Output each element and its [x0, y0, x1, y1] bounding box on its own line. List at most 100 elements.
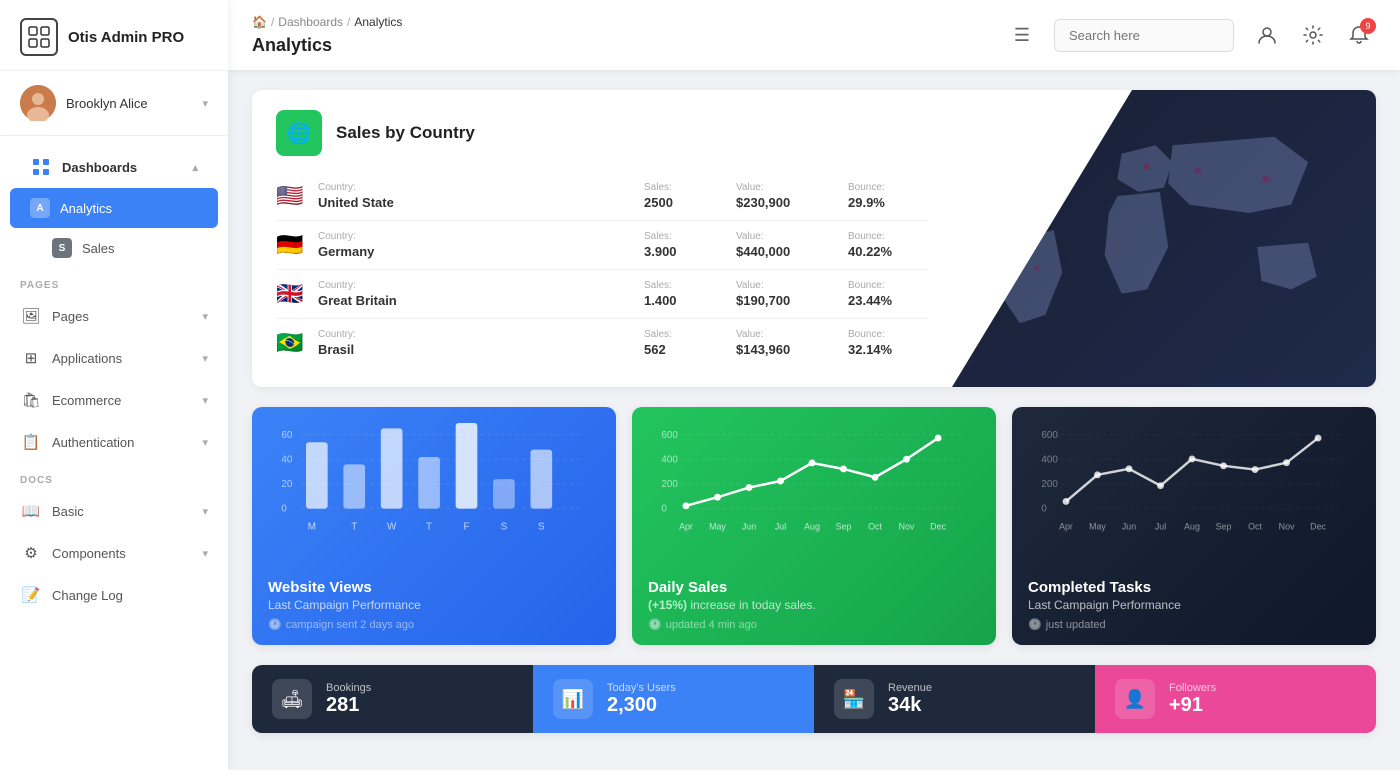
- user-name: Brooklyn Alice: [66, 96, 192, 111]
- notifications-icon[interactable]: 9: [1342, 18, 1376, 52]
- sidebar-item-pages[interactable]: 🖼 Pages ▾: [0, 295, 228, 337]
- sidebar-item-components[interactable]: ⚙ Components ▾: [0, 532, 228, 574]
- daily-sales-subtitle-text: increase in today sales.: [690, 598, 815, 612]
- sidebar-authentication-label: Authentication: [52, 435, 192, 450]
- table-row: 🇬🇧 Country: Great Britain Sales: 1.400 V…: [276, 270, 928, 319]
- stat-bookings: 🛋 Bookings 281: [252, 665, 533, 733]
- applications-icon: ⊞: [20, 347, 42, 369]
- website-views-footer: 🕐 campaign sent 2 days ago: [268, 618, 600, 631]
- completed-tasks-card: 600 400 200 0: [1012, 407, 1376, 645]
- user-chevron-icon: ▾: [202, 97, 208, 110]
- daily-sales-subtitle: (+15%) increase in today sales.: [648, 598, 980, 612]
- flag-us: 🇺🇸: [276, 183, 306, 209]
- sidebar-pages-label: Pages: [52, 309, 192, 324]
- sidebar-changelog-label: Change Log: [52, 588, 208, 603]
- website-views-title: Website Views: [268, 579, 600, 596]
- svg-text:200: 200: [661, 479, 678, 490]
- avatar: [20, 85, 56, 121]
- sidebar-item-changelog[interactable]: 📝 Change Log: [0, 574, 228, 616]
- svg-text:Jul: Jul: [1155, 521, 1166, 531]
- svg-text:40: 40: [281, 454, 292, 465]
- followers-value: +91: [1169, 694, 1216, 717]
- country-field-us: Country: United State: [318, 182, 632, 210]
- sidebar-item-basic[interactable]: 📖 Basic ▾: [0, 490, 228, 532]
- sales-card-header: 🌐 Sales by Country: [276, 110, 928, 156]
- value-field-us: Value: $230,900: [736, 182, 836, 210]
- website-views-footer-text: campaign sent 2 days ago: [286, 619, 414, 631]
- sales-by-country-card: 🌐 Sales by Country 🇺🇸 Country: United St…: [252, 90, 1376, 387]
- svg-text:200: 200: [1041, 479, 1058, 490]
- svg-text:0: 0: [1041, 504, 1047, 515]
- svg-text:Nov: Nov: [899, 521, 915, 531]
- svg-text:Sep: Sep: [836, 521, 852, 531]
- svg-text:20: 20: [281, 479, 292, 490]
- sidebar-user[interactable]: Brooklyn Alice ▾: [0, 71, 228, 136]
- svg-text:Apr: Apr: [679, 521, 693, 531]
- stat-revenue: 🏪 Revenue 34k: [814, 665, 1095, 733]
- sales-globe-icon: 🌐: [276, 110, 322, 156]
- svg-text:Dec: Dec: [1310, 521, 1326, 531]
- sidebar-item-analytics[interactable]: A Analytics: [10, 188, 218, 228]
- authentication-icon: 📋: [20, 431, 42, 453]
- revenue-icon: 🏪: [834, 679, 874, 719]
- stat-followers: 👤 Followers +91: [1095, 665, 1376, 733]
- svg-text:600: 600: [1041, 430, 1058, 441]
- sidebar-item-sales[interactable]: S Sales: [0, 228, 228, 268]
- svg-text:0: 0: [281, 504, 287, 515]
- header-icons: 9: [1250, 18, 1376, 52]
- table-row: 🇧🇷 Country: Brasil Sales: 562 Value: $14…: [276, 319, 928, 367]
- svg-text:Aug: Aug: [1184, 521, 1200, 531]
- svg-text:0: 0: [661, 504, 667, 515]
- daily-sales-title: Daily Sales: [648, 579, 980, 596]
- docs-section-label: DOCS: [0, 463, 228, 490]
- sidebar-logo: Otis Admin PRO: [0, 0, 228, 71]
- svg-text:600: 600: [661, 430, 678, 441]
- settings-icon[interactable]: [1296, 18, 1330, 52]
- user-profile-icon[interactable]: [1250, 18, 1284, 52]
- content-area: 🌐 Sales by Country 🇺🇸 Country: United St…: [228, 70, 1400, 770]
- today-users-value: 2,300: [607, 694, 676, 717]
- svg-text:Nov: Nov: [1279, 521, 1295, 531]
- ecommerce-icon: 🛍: [20, 389, 42, 411]
- svg-text:Sep: Sep: [1216, 521, 1232, 531]
- sidebar-nav: Dashboards ▴ A Analytics S Sales PAGES 🖼…: [0, 136, 228, 770]
- authentication-chevron-icon: ▾: [202, 436, 208, 449]
- svg-text:S: S: [538, 521, 545, 532]
- daily-sales-card: 600 400 200 0: [632, 407, 996, 645]
- daily-sales-footer: 🕐 updated 4 min ago: [648, 618, 980, 631]
- bookings-label: Bookings: [326, 682, 371, 694]
- page-title: Analytics: [252, 35, 332, 56]
- today-users-label: Today's Users: [607, 682, 676, 694]
- revenue-value: 34k: [888, 694, 932, 717]
- breadcrumb-analytics[interactable]: Analytics: [354, 15, 402, 29]
- completed-tasks-subtitle: Last Campaign Performance: [1028, 598, 1360, 612]
- sales-card-title: Sales by Country: [336, 123, 475, 143]
- bookings-icon: 🛋: [272, 679, 312, 719]
- components-chevron-icon: ▾: [202, 547, 208, 560]
- sidebar-applications-label: Applications: [52, 351, 192, 366]
- today-users-icon: 📊: [553, 679, 593, 719]
- revenue-label: Revenue: [888, 682, 932, 694]
- header: 🏠 / Dashboards / Analytics Analytics ☰: [228, 0, 1400, 70]
- table-row: 🇩🇪 Country: Germany Sales: 3.900 Value: …: [276, 221, 928, 270]
- sidebar-item-authentication[interactable]: 📋 Authentication ▾: [0, 421, 228, 463]
- pages-chevron-icon: ▾: [202, 310, 208, 323]
- breadcrumb-dashboards[interactable]: Dashboards: [278, 15, 343, 29]
- svg-text:Jun: Jun: [742, 521, 756, 531]
- menu-toggle-icon[interactable]: ☰: [1006, 17, 1038, 54]
- sidebar-item-ecommerce[interactable]: 🛍 Ecommerce ▾: [0, 379, 228, 421]
- sidebar-item-dashboards[interactable]: Dashboards ▴: [10, 146, 218, 188]
- notification-badge: 9: [1360, 18, 1376, 34]
- components-icon: ⚙: [20, 542, 42, 564]
- search-input[interactable]: [1054, 19, 1234, 52]
- sidebar-ecommerce-label: Ecommerce: [52, 393, 192, 408]
- ecommerce-chevron-icon: ▾: [202, 394, 208, 407]
- chart-row: 60 40 20 0: [252, 407, 1376, 645]
- applications-chevron-icon: ▾: [202, 352, 208, 365]
- world-map: [952, 90, 1376, 387]
- sidebar-item-applications[interactable]: ⊞ Applications ▾: [0, 337, 228, 379]
- website-views-card: 60 40 20 0: [252, 407, 616, 645]
- svg-text:400: 400: [1041, 454, 1058, 465]
- website-views-info: Website Views Last Campaign Performance …: [252, 567, 616, 645]
- pages-section-label: PAGES: [0, 268, 228, 295]
